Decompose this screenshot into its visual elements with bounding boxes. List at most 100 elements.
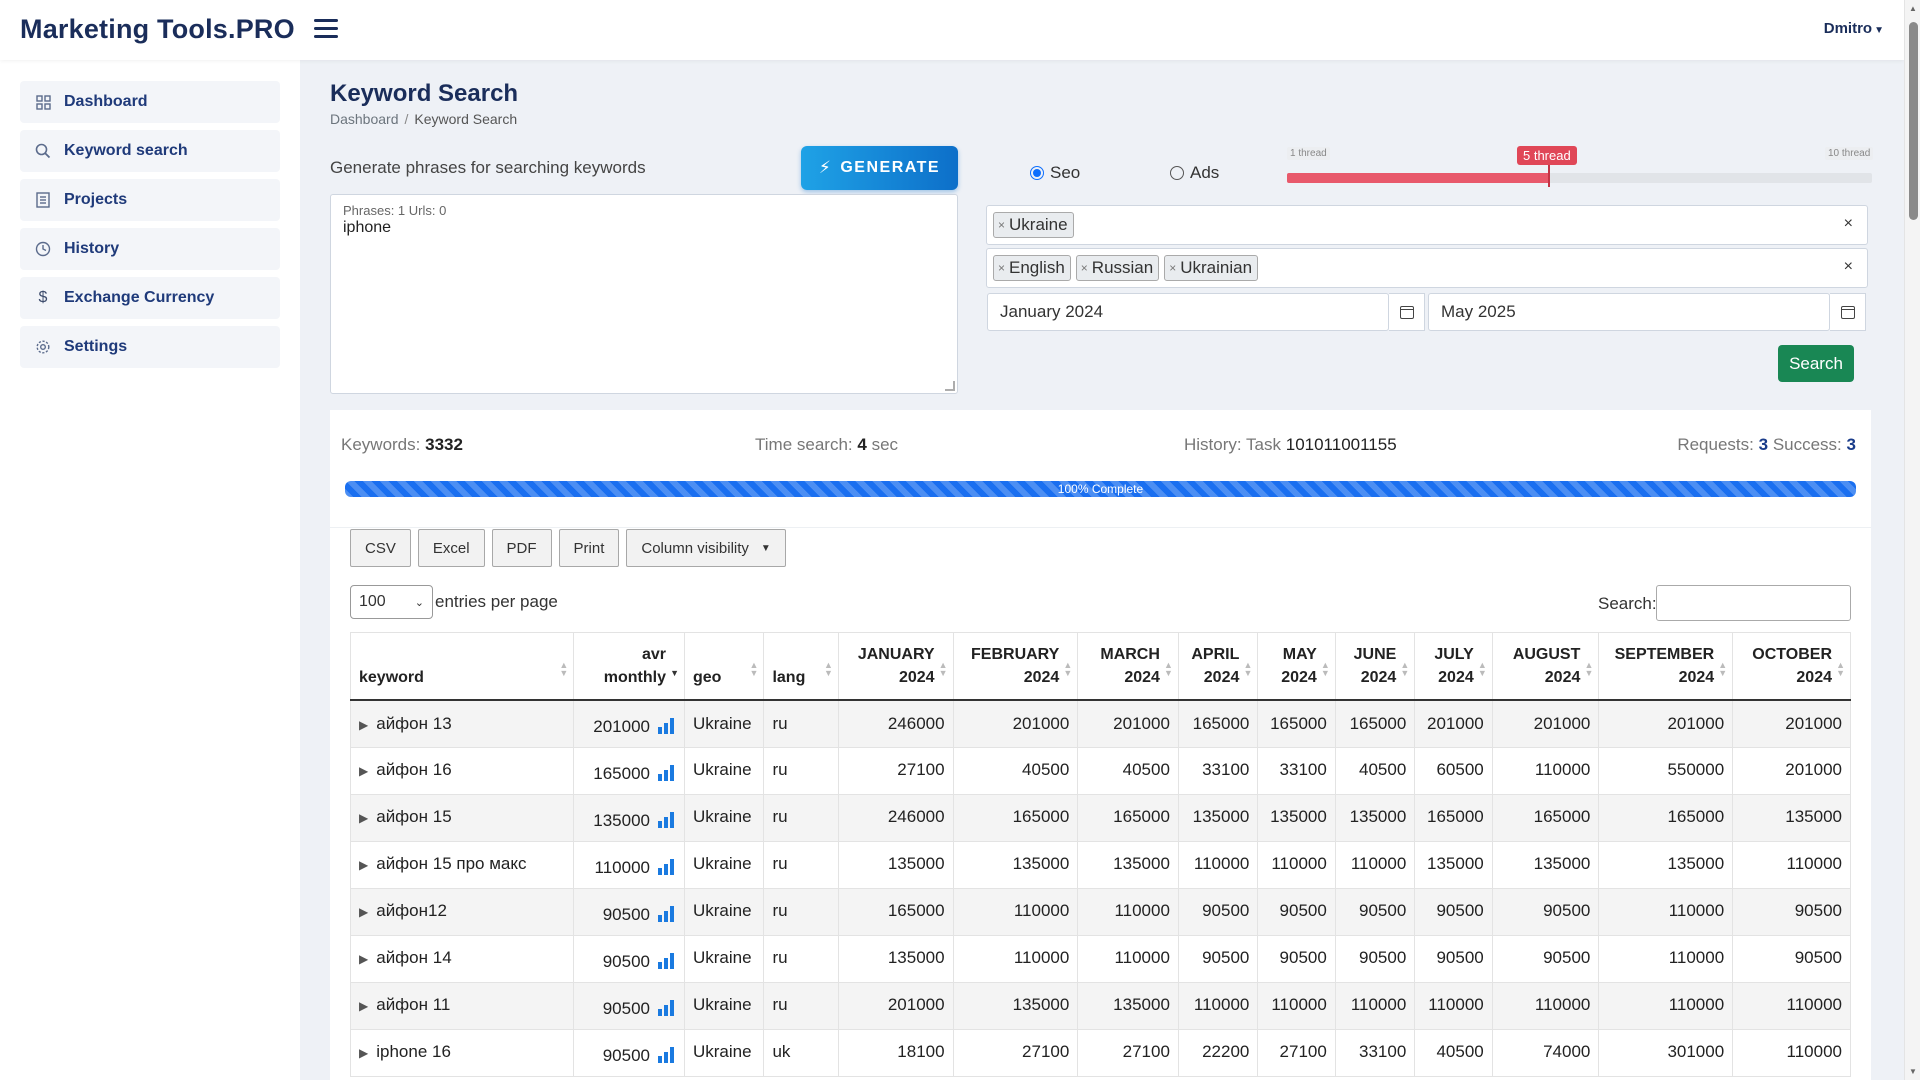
date-to-calendar-button[interactable] — [1830, 293, 1866, 331]
menu-toggle-icon[interactable] — [314, 19, 338, 41]
column-header-month[interactable]: FEBRUARY 2024 ▲ ▼ — [952, 632, 1079, 702]
column-header-avr-monthly[interactable]: avr monthly ▼ — [573, 632, 685, 702]
column-header-geo[interactable]: geo ▲ ▼ — [683, 632, 765, 702]
scrollbar-thumb[interactable] — [1909, 22, 1918, 220]
thread-current-label: 5 thread — [1517, 146, 1577, 165]
expand-row-icon[interactable]: ▶ — [359, 811, 368, 825]
entries-value: 100 — [359, 593, 386, 610]
column-header-month[interactable]: JANUARY 2024 ▲ ▼ — [837, 632, 954, 702]
bar-chart-icon[interactable] — [657, 999, 676, 1016]
expand-row-icon[interactable]: ▶ — [359, 764, 368, 778]
month-value-cell: 135000 — [1077, 981, 1179, 1030]
sidebar-item-history[interactable]: History — [20, 228, 280, 270]
expand-row-icon[interactable]: ▶ — [359, 858, 368, 872]
clear-languages-icon[interactable]: × — [1844, 258, 1853, 276]
column-header-month[interactable]: MARCH 2024 ▲ ▼ — [1077, 632, 1179, 702]
column-header-keyword[interactable]: keyword ▲ ▼ — [349, 632, 575, 702]
remove-tag-icon[interactable]: × — [1081, 261, 1088, 275]
keyword-text: айфон 16 — [376, 760, 452, 780]
expand-row-icon[interactable]: ▶ — [359, 952, 368, 966]
thread-slider[interactable] — [1287, 173, 1872, 183]
language-tag-label: English — [1009, 258, 1065, 277]
bar-chart-icon[interactable] — [657, 1046, 676, 1063]
avr-monthly-value: 110000 — [594, 857, 650, 877]
month-value-cell: 90500 — [1491, 887, 1600, 936]
column-header-lang[interactable]: lang ▲ ▼ — [763, 632, 839, 702]
pdf-button[interactable]: PDF — [491, 529, 552, 567]
column-header-month[interactable]: OCTOBER 2024 ▲ ▼ — [1732, 632, 1851, 702]
column-header-month[interactable]: MAY 2024 ▲ ▼ — [1257, 632, 1336, 702]
phrases-text[interactable]: iphone — [343, 219, 945, 237]
generate-button-label: GENERATE — [840, 159, 941, 176]
sidebar-item-exchange-currency[interactable]: $ Exchange Currency — [20, 277, 280, 319]
seo-radio[interactable]: Seo — [1030, 163, 1080, 183]
column-header-month[interactable]: JULY 2024 ▲ ▼ — [1414, 632, 1493, 702]
remove-tag-icon[interactable]: × — [998, 261, 1005, 275]
expand-row-icon[interactable]: ▶ — [359, 905, 368, 919]
expand-row-icon[interactable]: ▶ — [359, 999, 368, 1013]
bar-chart-icon[interactable] — [657, 717, 676, 734]
expand-row-icon[interactable]: ▶ — [359, 1046, 368, 1060]
bar-chart-icon[interactable] — [657, 952, 676, 969]
table-row[interactable]: ▶ iphone 16 90500 Ukraine uk 18100 27100 27100 2… — [349, 1028, 1851, 1077]
table-search-input[interactable] — [1656, 585, 1851, 621]
search-button[interactable]: Search — [1778, 345, 1854, 382]
table-row[interactable]: ▶ айфон12 90500 Ukraine ru 165000 110000 110000… — [349, 887, 1851, 936]
remove-tag-icon[interactable]: × — [998, 218, 1005, 232]
table-row[interactable]: ▶ айфон 13 201000 Ukraine ru 246000 201000 2010… — [349, 699, 1851, 748]
user-menu[interactable]: Dmitro ▼ — [1824, 20, 1884, 37]
date-to-input[interactable]: May 2025 — [1428, 293, 1830, 331]
table-row[interactable]: ▶ айфон 14 90500 Ukraine ru 135000 110000 11000… — [349, 934, 1851, 983]
sidebar-item-dashboard[interactable]: Dashboard — [20, 81, 280, 123]
table-row[interactable]: ▶ айфон 15 135000 Ukraine ru 246000 165000 1650… — [349, 793, 1851, 842]
column-visibility-button[interactable]: Column visibility ▼ — [626, 529, 786, 567]
csv-button[interactable]: CSV — [350, 529, 411, 567]
brand-logo[interactable]: Marketing Tools.PRO — [20, 14, 295, 45]
page-title: Keyword Search — [330, 80, 519, 107]
task-id[interactable]: 101011001155 — [1286, 435, 1397, 454]
table-search-label: Search: — [1598, 594, 1657, 613]
sidebar-item-projects[interactable]: Projects — [20, 179, 280, 221]
remove-tag-icon[interactable]: × — [1169, 261, 1176, 275]
bar-chart-icon[interactable] — [657, 905, 676, 922]
thread-slider-fill — [1287, 173, 1551, 183]
bar-chart-icon[interactable] — [657, 858, 676, 875]
month-value-cell: 135000 — [952, 981, 1079, 1030]
expand-row-icon[interactable]: ▶ — [359, 718, 368, 732]
table-row[interactable]: ▶ айфон 11 90500 Ukraine ru 201000 135000 13500… — [349, 981, 1851, 1030]
ads-radio[interactable]: Ads — [1170, 163, 1219, 183]
bar-chart-icon[interactable] — [657, 811, 676, 828]
sidebar-item-keyword-search[interactable]: Keyword search — [20, 130, 280, 172]
language-tag: × Ukrainian — [1164, 255, 1259, 281]
language-select[interactable]: × English × Russian × Ukrainian × — [986, 248, 1868, 288]
print-button[interactable]: Print — [558, 529, 620, 567]
generate-button[interactable]: ⚡ GENERATE — [801, 146, 958, 190]
month-value-cell: 135000 — [1598, 840, 1734, 889]
column-header-month[interactable]: JUNE 2024 ▲ ▼ — [1334, 632, 1416, 702]
date-from-calendar-button[interactable] — [1389, 293, 1425, 331]
country-select[interactable]: × Ukraine × — [986, 205, 1868, 245]
table-row[interactable]: ▶ айфон 16 165000 Ukraine ru 27100 40500 40500 3… — [349, 746, 1851, 795]
phrases-textarea[interactable]: Phrases: 1 Urls: 0 iphone — [330, 194, 958, 394]
scroll-down-icon[interactable]: ▼ — [1909, 1067, 1917, 1076]
scroll-up-icon[interactable]: ▲ — [1909, 4, 1917, 13]
column-header-label: FEBRUARY 2024 — [971, 646, 1060, 687]
month-value-cell: 90500 — [1257, 934, 1336, 983]
month-value-cell: 165000 — [952, 793, 1079, 842]
month-value-cell: 246000 — [837, 699, 954, 748]
column-header-month[interactable]: APRIL 2024 ▲ ▼ — [1177, 632, 1259, 702]
entries-select[interactable]: 100 ⌄ — [350, 585, 433, 619]
breadcrumb-home-link[interactable]: Dashboard — [330, 111, 399, 127]
resize-handle-icon[interactable] — [945, 381, 955, 391]
table-row[interactable]: ▶ айфон 15 про макс 110000 Ukraine ru 135000 1… — [349, 840, 1851, 889]
excel-button[interactable]: Excel — [417, 529, 485, 567]
bar-chart-icon[interactable] — [657, 764, 676, 781]
page-scrollbar[interactable]: ▲ ▼ — [1904, 0, 1920, 1080]
thread-slider-handle[interactable] — [1548, 165, 1550, 187]
column-header-month[interactable]: SEPTEMBER 2024 ▲ ▼ — [1598, 632, 1734, 702]
column-header-month[interactable]: AUGUST 2024 ▲ ▼ — [1491, 632, 1600, 702]
sidebar-item-settings[interactable]: Settings — [20, 326, 280, 368]
avr-monthly-cell: 135000 — [573, 793, 685, 842]
clear-countries-icon[interactable]: × — [1844, 215, 1853, 233]
date-from-input[interactable]: January 2024 — [987, 293, 1389, 331]
